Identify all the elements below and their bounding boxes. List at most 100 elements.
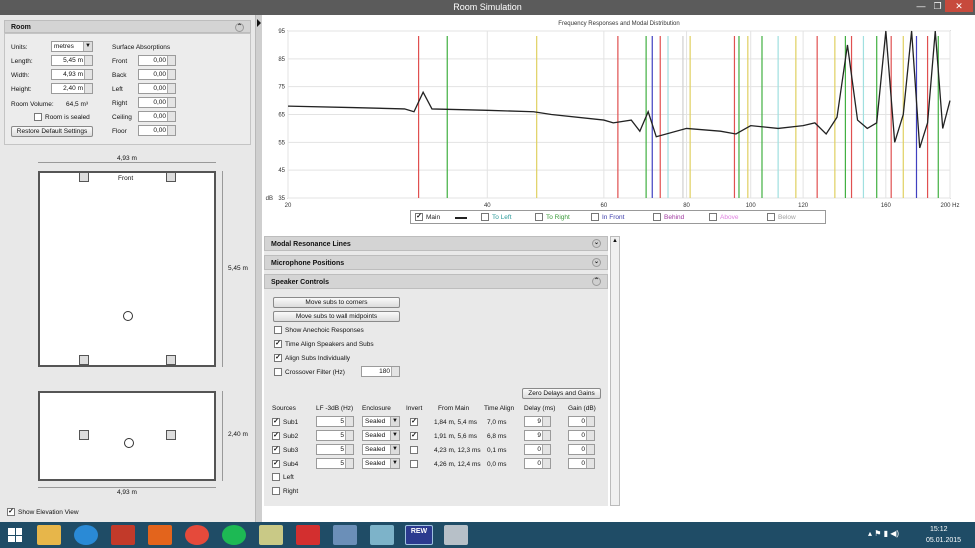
time-align-value: 0,1 ms bbox=[487, 447, 507, 454]
room-plan-view[interactable] bbox=[38, 171, 216, 367]
lf-spinner[interactable]: 5 bbox=[316, 458, 354, 469]
elev-microphone-icon[interactable] bbox=[124, 438, 134, 448]
maximize-button[interactable]: ❐ bbox=[930, 0, 945, 12]
surface-right-spinner[interactable]: 0,00 bbox=[138, 97, 176, 108]
speaker-controls-header[interactable]: Speaker Controls ⌃ bbox=[264, 274, 608, 289]
surface-left-label: Left bbox=[112, 86, 123, 93]
room-header[interactable]: Room ⌃ bbox=[4, 20, 251, 33]
crossover-spinner[interactable]: 180 bbox=[361, 366, 400, 377]
x-tick-label: 80 bbox=[683, 203, 690, 209]
sub-enable-checkbox[interactable]: ✓ bbox=[272, 460, 280, 468]
restore-defaults-button[interactable]: Restore Default Settings bbox=[11, 126, 93, 137]
invert-checkbox[interactable] bbox=[410, 446, 418, 454]
internet-explorer-icon[interactable] bbox=[74, 525, 98, 545]
frequency-graph-area[interactable]: Frequency Responses and Modal Distributi… bbox=[262, 15, 975, 230]
legend-in-front-checkbox[interactable] bbox=[591, 213, 599, 221]
enclosure-select[interactable]: Sealed ▼ bbox=[362, 430, 400, 441]
right-source-checkbox[interactable] bbox=[272, 487, 280, 495]
calculator-icon[interactable] bbox=[444, 525, 468, 545]
mic-positions-header[interactable]: Microphone Positions ⌄ bbox=[264, 255, 608, 270]
enclosure-select[interactable]: Sealed ▼ bbox=[362, 458, 400, 469]
legend-to-right-checkbox[interactable] bbox=[535, 213, 543, 221]
app-window-icon[interactable] bbox=[333, 525, 357, 545]
units-select[interactable]: metres ▼ bbox=[51, 41, 93, 52]
tray-icons[interactable]: ▴ ⚑ ▮ ◀) bbox=[868, 529, 899, 538]
anechoic-checkbox[interactable] bbox=[274, 326, 282, 334]
surface-ceiling-spinner[interactable]: 0,00 bbox=[138, 111, 176, 122]
surface-left-spinner[interactable]: 0,00 bbox=[138, 83, 176, 94]
spotify-icon[interactable] bbox=[222, 525, 246, 545]
sketchup-icon[interactable] bbox=[296, 525, 320, 545]
sub-enable-checkbox[interactable]: ✓ bbox=[272, 432, 280, 440]
invert-checkbox[interactable] bbox=[410, 460, 418, 468]
file-explorer-icon[interactable] bbox=[37, 525, 61, 545]
lf-spinner[interactable]: 5 bbox=[316, 430, 354, 441]
elev-speaker-icon[interactable] bbox=[166, 430, 176, 440]
gain-spinner[interactable]: 0 bbox=[568, 430, 595, 441]
invert-checkbox[interactable]: ✓ bbox=[410, 418, 418, 426]
room-header-label: Room bbox=[11, 24, 31, 31]
enclosure-select[interactable]: Sealed ▼ bbox=[362, 444, 400, 455]
move-subs-midpoints-button[interactable]: Move subs to wall midpoints bbox=[273, 311, 400, 322]
elev-speaker-icon[interactable] bbox=[79, 430, 89, 440]
gain-spinner[interactable]: 0 bbox=[568, 416, 595, 427]
move-subs-corners-button[interactable]: Move subs to corners bbox=[273, 297, 400, 308]
delay-spinner[interactable]: 9 bbox=[524, 430, 551, 441]
show-elevation-checkbox[interactable]: ✓ bbox=[7, 508, 15, 516]
sub4-speaker-icon[interactable] bbox=[166, 355, 176, 365]
matlab-icon[interactable] bbox=[111, 525, 135, 545]
minimize-button[interactable]: — bbox=[912, 0, 930, 12]
modal-lines-header[interactable]: Modal Resonance Lines ⌄ bbox=[264, 236, 608, 251]
room-elevation-view[interactable] bbox=[38, 391, 216, 481]
legend-below-checkbox[interactable] bbox=[767, 213, 775, 221]
scroll-up-icon[interactable]: ▲ bbox=[612, 238, 618, 244]
app-icon[interactable] bbox=[148, 525, 172, 545]
room-sealed-checkbox[interactable] bbox=[34, 113, 42, 121]
microphone-icon[interactable] bbox=[123, 311, 133, 321]
sub3-speaker-icon[interactable] bbox=[79, 355, 89, 365]
sub-enable-checkbox[interactable]: ✓ bbox=[272, 418, 280, 426]
sub1-speaker-icon[interactable] bbox=[79, 172, 89, 182]
height-spinner[interactable]: 2,40 m bbox=[51, 83, 93, 94]
width-spinner[interactable]: 4,93 m bbox=[51, 69, 93, 80]
crossover-checkbox[interactable] bbox=[274, 368, 282, 376]
surface-back-spinner[interactable]: 0,00 bbox=[138, 69, 176, 80]
frequency-chart[interactable]: Frequency Responses and Modal Distributi… bbox=[262, 15, 975, 230]
chrome-icon[interactable] bbox=[185, 525, 209, 545]
lf-spinner[interactable]: 5 bbox=[316, 416, 354, 427]
legend-to-left-checkbox[interactable] bbox=[481, 213, 489, 221]
collapse-icon[interactable]: ⌃ bbox=[592, 277, 601, 286]
surface-floor-spinner[interactable]: 0,00 bbox=[138, 125, 176, 136]
folder-icon[interactable] bbox=[259, 525, 283, 545]
left-source-checkbox[interactable] bbox=[272, 473, 280, 481]
zero-delays-button[interactable]: Zero Delays and Gains bbox=[522, 388, 601, 399]
accordion-scrollbar[interactable]: ▲ bbox=[610, 236, 620, 506]
gain-spinner[interactable]: 0 bbox=[568, 458, 595, 469]
collapse-left-icon[interactable] bbox=[257, 19, 261, 27]
legend-main-checkbox[interactable]: ✓ bbox=[415, 213, 423, 221]
collapse-icon[interactable]: ⌃ bbox=[235, 23, 244, 32]
lf-spinner[interactable]: 5 bbox=[316, 444, 354, 455]
sub2-speaker-icon[interactable] bbox=[166, 172, 176, 182]
enclosure-select[interactable]: Sealed ▼ bbox=[362, 416, 400, 427]
clock-time[interactable]: 15:12 bbox=[930, 526, 948, 533]
surface-front-spinner[interactable]: 0,00 bbox=[138, 55, 176, 66]
expand-icon[interactable]: ⌄ bbox=[592, 258, 601, 267]
sub-enable-checkbox[interactable]: ✓ bbox=[272, 446, 280, 454]
windows-start-icon[interactable] bbox=[8, 528, 22, 542]
clock-date[interactable]: 05.01.2015 bbox=[926, 537, 961, 544]
legend-above-checkbox[interactable] bbox=[709, 213, 717, 221]
align-subs-checkbox[interactable]: ✓ bbox=[274, 354, 282, 362]
gain-spinner[interactable]: 0 bbox=[568, 444, 595, 455]
network-app-icon[interactable] bbox=[370, 525, 394, 545]
delay-spinner[interactable]: 0 bbox=[524, 458, 551, 469]
legend-behind-checkbox[interactable] bbox=[653, 213, 661, 221]
close-button[interactable]: ✕ bbox=[945, 0, 973, 12]
rew-app-icon[interactable]: REW bbox=[405, 525, 433, 545]
time-align-checkbox[interactable]: ✓ bbox=[274, 340, 282, 348]
delay-spinner[interactable]: 9 bbox=[524, 416, 551, 427]
expand-icon[interactable]: ⌄ bbox=[592, 239, 601, 248]
invert-checkbox[interactable]: ✓ bbox=[410, 432, 418, 440]
length-spinner[interactable]: 5,45 m bbox=[51, 55, 93, 66]
delay-spinner[interactable]: 0 bbox=[524, 444, 551, 455]
